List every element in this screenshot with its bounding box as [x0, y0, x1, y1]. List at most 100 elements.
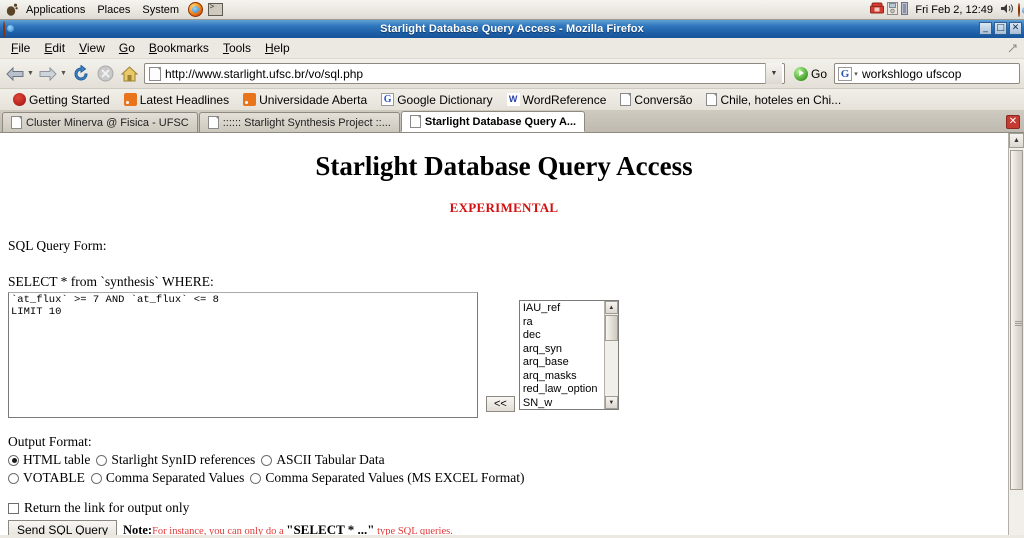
radio-option-html-table[interactable]: HTML table	[8, 452, 90, 468]
radio-option-csv[interactable]: Comma Separated Values	[90, 470, 245, 486]
select-statement-label: SELECT * from `synthesis` WHERE:	[8, 274, 214, 289]
search-bar[interactable]: G ▾ workshlogo ufscop	[834, 63, 1020, 84]
tab-cluster-minerva[interactable]: Cluster Minerva @ Fisica - UFSC	[2, 112, 198, 132]
speaker-icon[interactable]	[1000, 2, 1015, 18]
column-listbox[interactable]: IAU_ref ra dec arq_syn arq_base arq_mask…	[518, 300, 619, 410]
tab-label: Starlight Database Query A...	[424, 115, 577, 128]
panel-clock[interactable]: Fri Feb 2, 12:49	[911, 4, 997, 16]
list-item[interactable]: ra	[523, 316, 604, 330]
return-link-checkbox[interactable]	[8, 502, 19, 514]
go-icon	[793, 66, 808, 81]
go-button[interactable]: Go	[789, 66, 832, 81]
tab-starlight-synthesis-project[interactable]: :::::: Starlight Synthesis Project ::...	[198, 112, 400, 132]
google-icon[interactable]: G	[838, 66, 852, 81]
radio-input[interactable]	[8, 472, 19, 484]
bookmark-latest-headlines[interactable]: Latest Headlines	[117, 92, 236, 108]
scroll-thumb[interactable]	[604, 315, 618, 341]
listbox-scrollbar[interactable]: ▲ ▼	[603, 301, 618, 409]
battery-icon[interactable]	[901, 2, 909, 18]
list-item[interactable]: arq_syn	[523, 343, 604, 357]
maximize-button[interactable]: □	[994, 22, 1007, 35]
url-input[interactable]: http://www.starlight.ufsc.br/vo/sql.php	[165, 67, 363, 81]
reload-icon[interactable]	[70, 63, 92, 85]
firefox-tray-icon[interactable]	[1018, 3, 1020, 17]
list-item[interactable]: arq_base	[523, 356, 604, 370]
go-label: Go	[810, 66, 827, 81]
close-tab-button[interactable]: ✕	[1006, 115, 1020, 129]
back-dropdown-icon[interactable]: ▼	[26, 63, 35, 85]
drive-icon[interactable]	[887, 2, 899, 18]
home-icon[interactable]	[118, 63, 140, 85]
bookmark-wordreference[interactable]: W WordReference	[500, 92, 614, 108]
url-bar[interactable]: http://www.starlight.ufsc.br/vo/sql.php …	[144, 63, 785, 84]
return-link-checkbox-row[interactable]: Return the link for output only	[8, 500, 1000, 516]
page-icon	[11, 116, 22, 129]
search-engine-dropdown-icon[interactable]: ▾	[852, 64, 860, 83]
radio-input[interactable]	[8, 454, 19, 466]
tab-starlight-database-query[interactable]: Starlight Database Query A...	[400, 111, 586, 132]
menu-help[interactable]: Help	[258, 39, 297, 57]
close-button[interactable]: ✕	[1009, 22, 1022, 35]
url-dropdown-icon[interactable]: ▼	[764, 63, 782, 84]
radio-input[interactable]	[90, 472, 102, 484]
forward-dropdown-icon[interactable]: ▼	[59, 63, 68, 85]
radio-label: Comma Separated Values (MS EXCEL Format)	[265, 470, 525, 485]
radio-option-synid-references[interactable]: Starlight SynID references	[96, 452, 255, 468]
list-item[interactable]: dec	[523, 329, 604, 343]
menu-view[interactable]: View	[72, 39, 112, 57]
stop-icon[interactable]	[94, 63, 116, 85]
list-item[interactable]: arq_masks	[523, 370, 604, 384]
note-part-3: type SQL queries.	[374, 526, 453, 535]
menu-go[interactable]: Go	[112, 39, 142, 57]
bookmark-universidade-aberta[interactable]: Universidade Aberta	[236, 92, 374, 108]
radio-input[interactable]	[261, 454, 273, 466]
panel-menu-system[interactable]: System	[136, 3, 185, 17]
list-item[interactable]: IAU_ref	[523, 302, 604, 316]
note-label: Note:	[122, 523, 153, 535]
menu-bookmarks[interactable]: Bookmarks	[142, 39, 216, 57]
menu-file[interactable]: File	[4, 39, 37, 57]
radio-option-ascii-tabular[interactable]: ASCII Tabular Data	[261, 452, 385, 468]
page-title: Starlight Database Query Access	[315, 151, 693, 181]
radio-option-csv-excel[interactable]: Comma Separated Values (MS EXCEL Format)	[250, 470, 524, 486]
menu-tools[interactable]: Tools	[216, 39, 258, 57]
transfer-column-button[interactable]: <<	[486, 396, 515, 412]
scroll-thumb[interactable]	[1010, 150, 1023, 490]
menu-edit[interactable]: Edit	[37, 39, 72, 57]
minimize-button[interactable]: _	[979, 22, 992, 35]
scroll-down-icon[interactable]: ▼	[604, 396, 618, 409]
forward-button[interactable]: ▼	[37, 63, 68, 85]
page-icon	[207, 116, 219, 129]
radio-label: Comma Separated Values	[105, 470, 245, 485]
panel-menu-places[interactable]: Places	[91, 3, 136, 17]
scroll-up-icon[interactable]: ▲	[1009, 133, 1024, 148]
bookmarks-toolbar: Getting Started Latest Headlines Univers…	[0, 89, 1024, 111]
note-part-1: For instance, you can only do a	[152, 526, 287, 535]
radio-option-votable[interactable]: VOTABLE	[8, 470, 85, 486]
bookmark-label: Universidade Aberta	[259, 92, 368, 107]
list-item[interactable]: SN_w	[523, 397, 604, 410]
send-sql-query-button[interactable]: Send SQL Query	[8, 520, 117, 535]
radio-input[interactable]	[96, 454, 108, 466]
radio-label: Starlight SynID references	[111, 452, 256, 467]
bookmark-chile-hoteles[interactable]: Chile, hoteles en Chi...	[699, 92, 848, 108]
bookmark-label: Getting Started	[29, 92, 110, 107]
column-list[interactable]: IAU_ref ra dec arq_syn arq_base arq_mask…	[520, 301, 604, 409]
sql-form-label: SQL Query Form:	[8, 238, 107, 253]
radio-label: ASCII Tabular Data	[276, 452, 385, 467]
firefox-launcher-icon[interactable]	[186, 2, 204, 18]
page-scrollbar[interactable]: ▲	[1008, 133, 1024, 535]
phone-icon[interactable]	[870, 2, 885, 18]
terminal-launcher-icon[interactable]	[206, 2, 224, 18]
back-button[interactable]: ▼	[4, 63, 35, 85]
sql-query-textarea[interactable]	[8, 292, 478, 418]
menu-bookmarks-label: B	[148, 41, 157, 55]
scroll-up-icon[interactable]: ▲	[604, 301, 618, 314]
list-item[interactable]: red_law_option	[523, 383, 604, 397]
radio-input[interactable]	[250, 472, 262, 484]
search-input[interactable]: workshlogo ufscop	[862, 67, 961, 81]
bookmark-conversao[interactable]: Conversão	[613, 92, 699, 108]
bookmark-google-dictionary[interactable]: G Google Dictionary	[374, 92, 499, 108]
bookmark-getting-started[interactable]: Getting Started	[6, 92, 117, 108]
panel-menu-applications[interactable]: Applications	[20, 3, 91, 17]
